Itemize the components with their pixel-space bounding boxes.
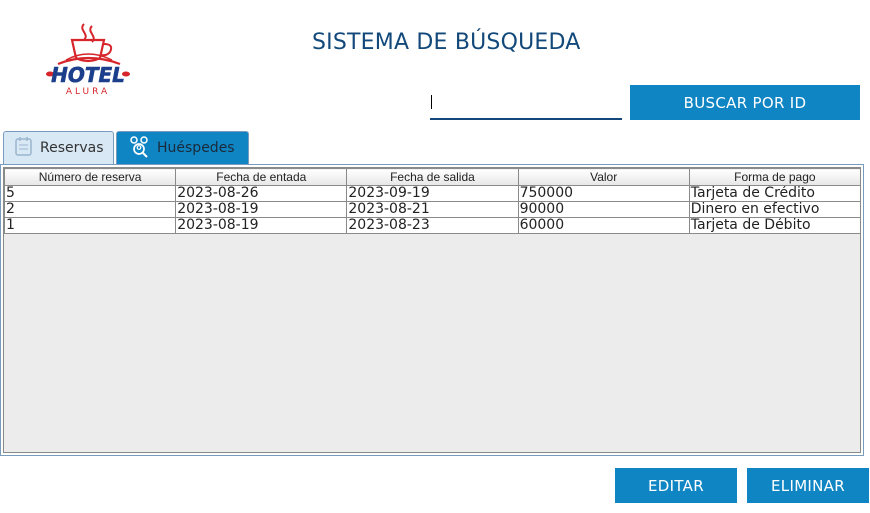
- table-cell[interactable]: 2: [3, 201, 177, 218]
- page-title: SISTEMA DE BÚSQUEDA: [312, 30, 581, 55]
- table-cell[interactable]: 60000: [517, 217, 690, 234]
- table-cell[interactable]: 2023-08-23: [346, 217, 519, 234]
- table-cell[interactable]: 2023-08-21: [346, 201, 519, 218]
- table-cell[interactable]: 750000: [517, 185, 690, 202]
- delete-button[interactable]: ELIMINAR: [747, 468, 869, 503]
- search-by-id-button[interactable]: BUSCAR POR ID: [630, 85, 860, 120]
- text-cursor: [431, 95, 432, 109]
- calendar-icon: [14, 135, 34, 161]
- table-cell[interactable]: 2023-09-19: [346, 185, 519, 202]
- logo-subtext: ALURA: [66, 87, 110, 97]
- tab-reservas[interactable]: Reservas: [3, 131, 114, 164]
- column-header[interactable]: Valor: [517, 168, 690, 186]
- reservations-table: Número de reserva Fecha de entada Fecha …: [3, 168, 862, 234]
- table-cell[interactable]: Tarjeta de Crédito: [688, 185, 862, 202]
- table-row[interactable]: 5 2023-08-26 2023-09-19 750000 Tarjeta d…: [3, 185, 862, 202]
- column-header[interactable]: Fecha de entada: [175, 168, 348, 186]
- edit-button[interactable]: EDITAR: [615, 468, 737, 503]
- column-header[interactable]: Número de reserva: [3, 168, 177, 186]
- tab-huespedes[interactable]: Huéspedes: [116, 131, 249, 164]
- table-row[interactable]: 1 2023-08-19 2023-08-23 60000 Tarjeta de…: [3, 217, 862, 234]
- tab-panel: Número de reserva Fecha de entada Fecha …: [0, 164, 864, 456]
- table-cell[interactable]: Tarjeta de Débito: [688, 217, 862, 234]
- search-input[interactable]: [430, 90, 622, 120]
- reservations-table-container[interactable]: Número de reserva Fecha de entada Fecha …: [3, 167, 862, 453]
- hotel-alura-logo: HOTEL ALURA: [44, 22, 132, 100]
- guests-icon: [127, 134, 151, 162]
- tab-reservas-label: Reservas: [40, 140, 104, 156]
- column-header[interactable]: Fecha de salida: [346, 168, 519, 186]
- logo-wordmark: HOTEL: [51, 63, 125, 87]
- table-cell[interactable]: 90000: [517, 201, 690, 218]
- table-cell[interactable]: 2023-08-26: [175, 185, 348, 202]
- table-cell[interactable]: 2023-08-19: [175, 201, 348, 218]
- column-header[interactable]: Forma de pago: [688, 168, 862, 186]
- tab-huespedes-label: Huéspedes: [157, 140, 235, 156]
- table-cell[interactable]: Dinero en efectivo: [688, 201, 862, 218]
- table-header-row: Número de reserva Fecha de entada Fecha …: [3, 168, 862, 186]
- table-row[interactable]: 2 2023-08-19 2023-08-21 90000 Dinero en …: [3, 201, 862, 218]
- table-cell[interactable]: 5: [3, 185, 177, 202]
- table-cell[interactable]: 2023-08-19: [175, 217, 348, 234]
- table-cell[interactable]: 1: [3, 217, 177, 234]
